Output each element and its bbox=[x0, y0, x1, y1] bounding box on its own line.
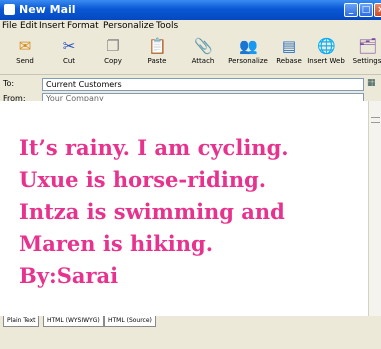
menu-personalize[interactable]: Personalize bbox=[103, 21, 154, 31]
toolbar-button-label: Settings bbox=[352, 57, 381, 65]
message-line: Uxue is horse-riding. bbox=[19, 167, 267, 192]
message-line: By:Sarai bbox=[19, 263, 119, 288]
attach-button[interactable]: 📎 Attach bbox=[181, 36, 225, 72]
maximize-button[interactable]: □ bbox=[359, 3, 373, 17]
menu-insert[interactable]: Insert bbox=[39, 21, 65, 31]
cut-button[interactable]: ✂ Cut bbox=[47, 36, 91, 72]
toolbar-button-label: Copy bbox=[104, 57, 122, 65]
menu-file[interactable]: File bbox=[2, 21, 17, 31]
toolbar-button-label: Personalize bbox=[228, 57, 268, 65]
attach-icon: 📎 bbox=[194, 37, 213, 55]
toolbar-button-label: Paste bbox=[147, 57, 167, 65]
message-body[interactable]: It’s rainy. I am cycling. Uxue is horse-… bbox=[19, 132, 369, 292]
personalize-button[interactable]: 👥 Personalize bbox=[226, 36, 270, 72]
rebase-icon: ▤ bbox=[281, 37, 297, 55]
settings-icon: 🗂 bbox=[358, 37, 378, 55]
toolbar-button-label: Send bbox=[16, 57, 34, 65]
mail-app-icon bbox=[4, 4, 15, 15]
menu-edit[interactable]: Edit bbox=[20, 21, 37, 31]
message-line: Maren is hiking. bbox=[19, 231, 214, 256]
insert-web-button[interactable]: 🌐 Insert Web bbox=[304, 36, 348, 72]
copy-button[interactable]: ❐ Copy bbox=[91, 36, 135, 72]
paste-button[interactable]: 📋 Paste bbox=[135, 36, 179, 72]
editor-mode-bar: Plain Text HTML (WYSIWYG) HTML (Source) bbox=[0, 316, 381, 349]
to-label: To: bbox=[3, 79, 15, 88]
menu-format[interactable]: Format bbox=[67, 21, 99, 31]
editor-side-ruler bbox=[368, 101, 381, 316]
menu-bar: File Edit Insert Format Personalize Tool… bbox=[0, 20, 381, 34]
globe-icon: 🌐 bbox=[317, 37, 336, 55]
toolbar-button-label: Insert Web bbox=[307, 57, 345, 65]
send-button[interactable]: ✉ Send bbox=[3, 36, 47, 72]
to-row: To: Current Customers ▦ bbox=[0, 77, 381, 92]
tab-html-source[interactable]: HTML (Source) bbox=[104, 316, 156, 327]
title-bar: New Mail _ □ × bbox=[0, 0, 381, 20]
message-line: It’s rainy. I am cycling. bbox=[19, 135, 289, 160]
toolbar-button-label: Attach bbox=[191, 57, 215, 65]
cut-icon: ✂ bbox=[62, 37, 76, 55]
toolbar-button-label: Cut bbox=[62, 57, 76, 65]
settings-button[interactable]: 🗂 Settings bbox=[345, 36, 381, 72]
close-button[interactable]: × bbox=[374, 3, 381, 17]
tab-html-wysiwyg[interactable]: HTML (WYSIWYG) bbox=[43, 316, 104, 327]
personalize-icon: 👥 bbox=[239, 37, 258, 55]
toolbar: ✉ Send ✂ Cut ❐ Copy 📋 Paste 📎 Attach 👥 Personalize ▤… bbox=[0, 34, 381, 75]
to-field[interactable]: Current Customers bbox=[42, 78, 364, 91]
message-line: Intza is swimming and bbox=[19, 199, 285, 224]
menu-tools[interactable]: Tools bbox=[156, 21, 178, 31]
paste-icon: 📋 bbox=[148, 37, 167, 55]
mail-window: New Mail _ □ × File Edit Insert Format P… bbox=[0, 0, 381, 349]
copy-icon: ❐ bbox=[106, 37, 120, 55]
minimize-button[interactable]: _ bbox=[344, 3, 358, 17]
window-title: New Mail bbox=[19, 3, 76, 16]
tab-plain-text[interactable]: Plain Text bbox=[3, 316, 40, 327]
send-icon: ✉ bbox=[18, 37, 32, 55]
address-book-icon[interactable]: ▦ bbox=[367, 78, 380, 91]
